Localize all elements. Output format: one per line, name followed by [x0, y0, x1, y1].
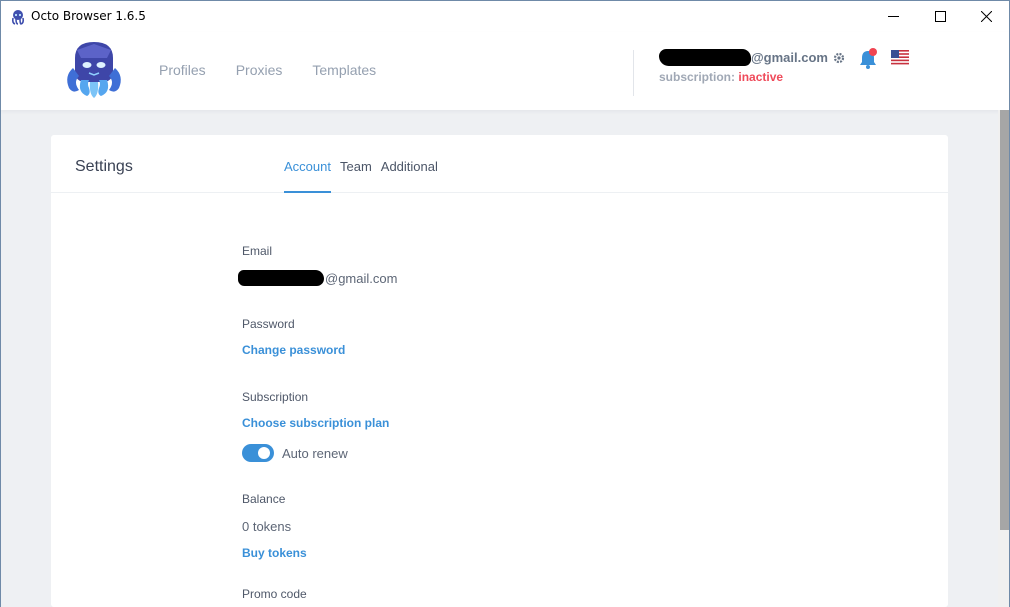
password-label: Password — [242, 317, 295, 331]
subscription-status: inactive — [738, 70, 784, 84]
notification-dot — [869, 48, 877, 56]
header-divider — [633, 50, 634, 96]
tab-additional[interactable]: Additional — [381, 159, 438, 193]
redacted-email-prefix — [659, 49, 751, 66]
main-nav: Profiles Proxies Templates — [159, 62, 376, 78]
toggle-knob — [258, 447, 270, 459]
settings-header: Settings Account Team Additional — [51, 135, 948, 193]
account-menu[interactable]: @gmail.com subscription: inactive — [659, 48, 849, 84]
settings-title: Settings — [75, 158, 133, 175]
close-icon — [980, 11, 992, 22]
account-email-domain: @gmail.com — [751, 50, 828, 65]
window-title: Octo Browser 1.6.5 — [31, 9, 146, 23]
scrollbar-thumb[interactable] — [1000, 110, 1009, 530]
us-flag-icon[interactable] — [891, 50, 909, 66]
promo-code-label: Promo code — [242, 587, 307, 601]
balance-label: Balance — [242, 492, 286, 506]
account-email[interactable]: @gmail.com — [659, 48, 849, 68]
minimize-button[interactable] — [870, 1, 916, 32]
gear-icon[interactable] — [833, 52, 845, 64]
tab-team[interactable]: Team — [340, 159, 372, 193]
settings-tabs: Account Team Additional — [284, 159, 438, 193]
subscription-status-line: subscription: inactive — [659, 70, 849, 84]
subscription-label: subscription: — [659, 70, 736, 84]
app-header: Profiles Proxies Templates @gmail.com su… — [0, 32, 1010, 110]
octopus-app-icon — [11, 10, 25, 25]
nav-proxies[interactable]: Proxies — [236, 62, 283, 78]
notifications-button[interactable] — [858, 48, 878, 70]
minimize-icon — [887, 16, 899, 17]
auto-renew-label: Auto renew — [282, 446, 348, 461]
nav-profiles[interactable]: Profiles — [159, 62, 206, 78]
close-button[interactable] — [963, 1, 1009, 32]
auto-renew-toggle[interactable] — [242, 444, 274, 462]
title-bar: Octo Browser 1.6.5 — [0, 0, 1010, 32]
email-value: @gmail.com — [325, 271, 398, 286]
choose-subscription-plan-link[interactable]: Choose subscription plan — [242, 416, 389, 430]
octopus-logo-icon[interactable] — [61, 38, 127, 100]
tab-account[interactable]: Account — [284, 159, 331, 193]
redacted-email — [238, 270, 324, 286]
nav-templates[interactable]: Templates — [312, 62, 376, 78]
balance-value: 0 tokens — [242, 519, 292, 534]
maximize-button[interactable] — [917, 1, 963, 32]
settings-card: Settings Account Team Additional Email @… — [51, 135, 948, 607]
email-label: Email — [242, 244, 273, 258]
maximize-icon — [934, 11, 946, 22]
change-password-link[interactable]: Change password — [242, 343, 345, 357]
subscription-label-settings: Subscription — [242, 390, 309, 404]
buy-tokens-link[interactable]: Buy tokens — [242, 546, 307, 560]
